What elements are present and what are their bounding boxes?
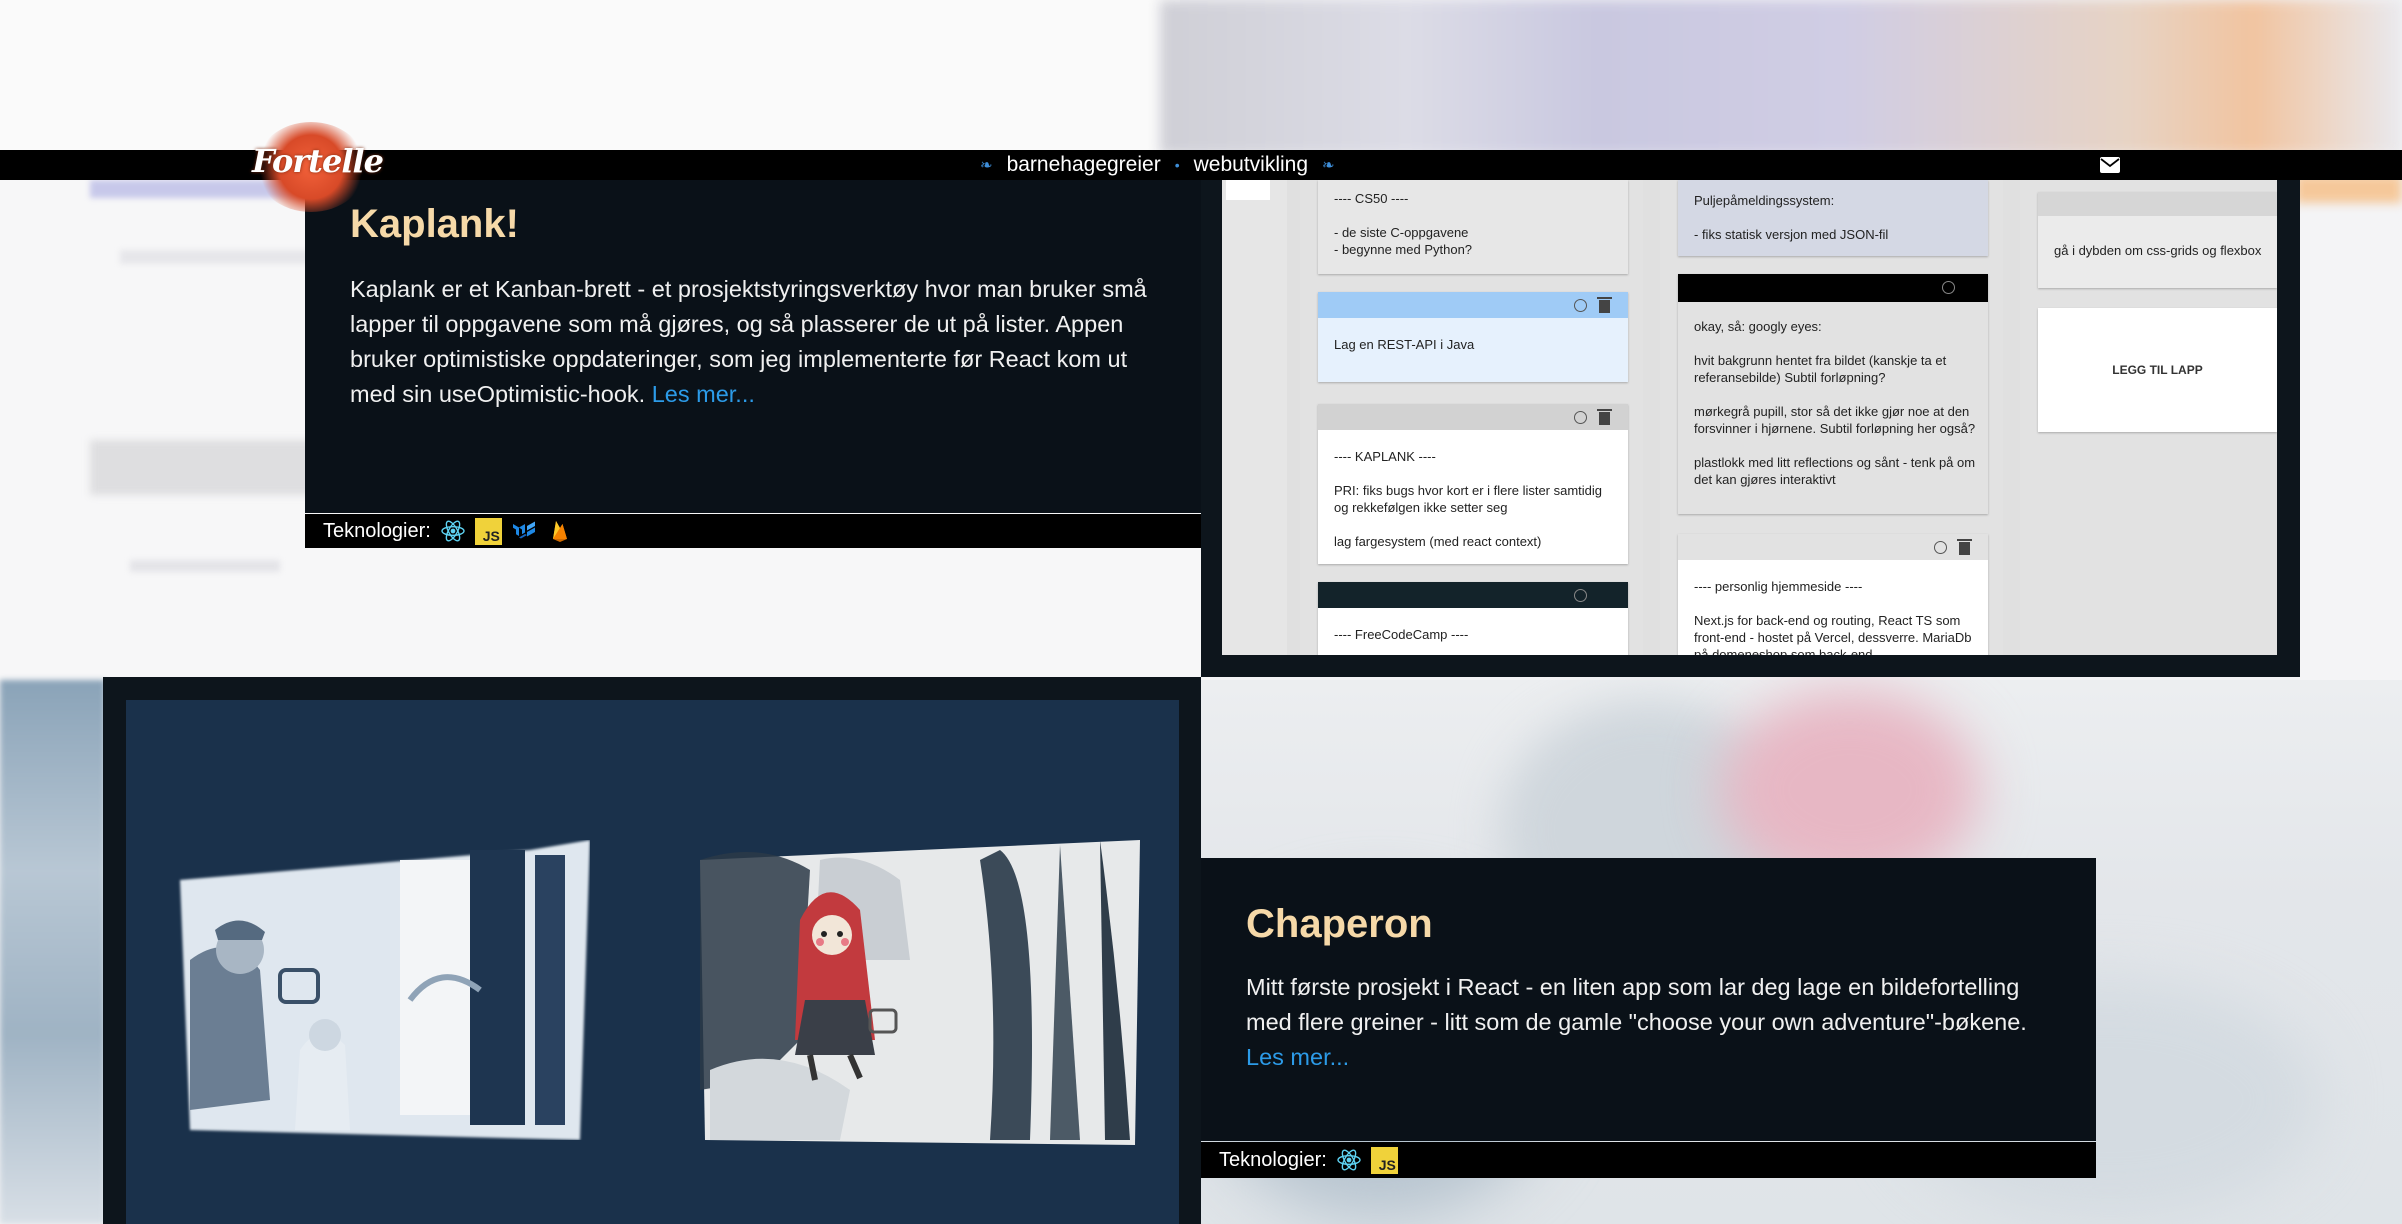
note-text: ---- FreeCodeCamp ---- bbox=[1334, 627, 1469, 642]
note-text: gå i dybden om css-grids og flexbox bbox=[2054, 243, 2262, 258]
kanban-note[interactable]: gå i dybden om css-grids og flexbox bbox=[2038, 192, 2277, 288]
note-text: ---- KAPLANK ---- PRI: fiks bugs hvor ko… bbox=[1334, 449, 1603, 549]
leaf-icon: ❧ bbox=[1322, 157, 1335, 174]
blurred-background-image bbox=[1160, 0, 2402, 155]
main-nav: ❧ barnehagegreier • webutvikling ❧ bbox=[980, 150, 1335, 180]
sketch-illustration-door bbox=[180, 840, 590, 1140]
chaperon-read-more-link[interactable]: Les mer... bbox=[1246, 1044, 1349, 1070]
envelope-icon[interactable] bbox=[2100, 157, 2120, 173]
nav-link-barnehagegreier[interactable]: barnehagegreier bbox=[1007, 153, 1161, 177]
note-circle-icon[interactable] bbox=[1934, 541, 1947, 554]
add-note-label: LEGG TIL LAPP bbox=[2112, 363, 2203, 377]
kaplank-title: Kaplank! bbox=[350, 202, 519, 246]
trash-icon[interactable] bbox=[1957, 539, 1972, 555]
page-background-right bbox=[2290, 170, 2402, 680]
note-text: ---- personlig hjemmeside ---- Next.js f… bbox=[1694, 579, 1972, 655]
note-header bbox=[2038, 192, 2277, 216]
react-icon bbox=[441, 520, 465, 542]
trash-icon[interactable] bbox=[1597, 297, 1612, 313]
chaperon-title: Chaperon bbox=[1246, 902, 1433, 946]
kaplank-screenshot: ---- CS50 ---- - de siste C-oppgavene - … bbox=[1222, 180, 2277, 655]
note-circle-icon[interactable] bbox=[1574, 299, 1587, 312]
note-text: Puljepåmeldingssystem: - fiks statisk ve… bbox=[1694, 193, 1889, 242]
note-text: okay, så: googly eyes: hvit bakgrunn hen… bbox=[1694, 319, 1976, 487]
note-circle-icon[interactable] bbox=[1574, 589, 1587, 602]
page-background bbox=[0, 0, 1180, 150]
blurred-ghost-element bbox=[130, 560, 280, 572]
kanban-note[interactable]: Lag en REST-API i Java bbox=[1318, 292, 1628, 382]
react-icon bbox=[1337, 1149, 1361, 1171]
kanban-note[interactable]: okay, så: googly eyes: hvit bakgrunn hen… bbox=[1678, 274, 1988, 514]
kaplank-description: Kaplank er et Kanban-brett - et prosjekt… bbox=[350, 272, 1150, 412]
nav-link-webutvikling[interactable]: webutvikling bbox=[1194, 153, 1308, 177]
note-circle-icon[interactable] bbox=[1574, 411, 1587, 424]
kaplank-tech-bar: Teknologier: JS bbox=[305, 514, 1201, 548]
logo-text: Fortelle bbox=[252, 142, 384, 180]
blurred-ghost-element bbox=[120, 250, 320, 264]
note-circle-icon[interactable] bbox=[1942, 281, 1955, 294]
site-logo[interactable]: Fortelle bbox=[252, 118, 384, 212]
tech-label: Teknologier: bbox=[1219, 1148, 1327, 1171]
sketch-illustration-red-riding-hood bbox=[700, 840, 1140, 1145]
chaperon-description-text: Mitt første prosjekt i React - en liten … bbox=[1246, 974, 2027, 1035]
note-text: Lag en REST-API i Java bbox=[1334, 337, 1475, 352]
chaperon-description: Mitt første prosjekt i React - en liten … bbox=[1246, 970, 2066, 1075]
nav-separator: • bbox=[1174, 157, 1180, 173]
trash-icon[interactable] bbox=[1597, 409, 1612, 425]
kanban-note[interactable]: ---- CS50 ---- - de siste C-oppgavene - … bbox=[1318, 180, 1628, 274]
javascript-icon: JS bbox=[1370, 1146, 1398, 1174]
kanban-sidebar-button bbox=[1226, 180, 1270, 200]
kanban-note[interactable]: ---- FreeCodeCamp ---- bbox=[1318, 582, 1628, 655]
kanban-sidebar bbox=[1222, 180, 1287, 655]
javascript-icon: JS bbox=[474, 517, 502, 545]
chaperon-tech-bar: Teknologier: JS bbox=[1201, 1142, 2096, 1178]
kaplank-read-more-link[interactable]: Les mer... bbox=[652, 381, 755, 407]
tech-label: Teknologier: bbox=[323, 519, 431, 542]
leaf-icon: ❧ bbox=[980, 157, 993, 174]
add-note-button[interactable]: LEGG TIL LAPP bbox=[2038, 308, 2277, 432]
kanban-note[interactable]: ---- KAPLANK ---- PRI: fiks bugs hvor ko… bbox=[1318, 404, 1628, 564]
blurred-background-image bbox=[0, 680, 105, 1224]
kanban-note[interactable]: ---- personlig hjemmeside ---- Next.js f… bbox=[1678, 534, 1988, 655]
note-text: ---- CS50 ---- - de siste C-oppgavene - … bbox=[1334, 191, 1473, 257]
firebase-icon bbox=[552, 521, 567, 542]
kanban-note[interactable]: Puljepåmeldingssystem: - fiks statisk ve… bbox=[1678, 180, 1988, 256]
mui-icon bbox=[512, 521, 535, 539]
